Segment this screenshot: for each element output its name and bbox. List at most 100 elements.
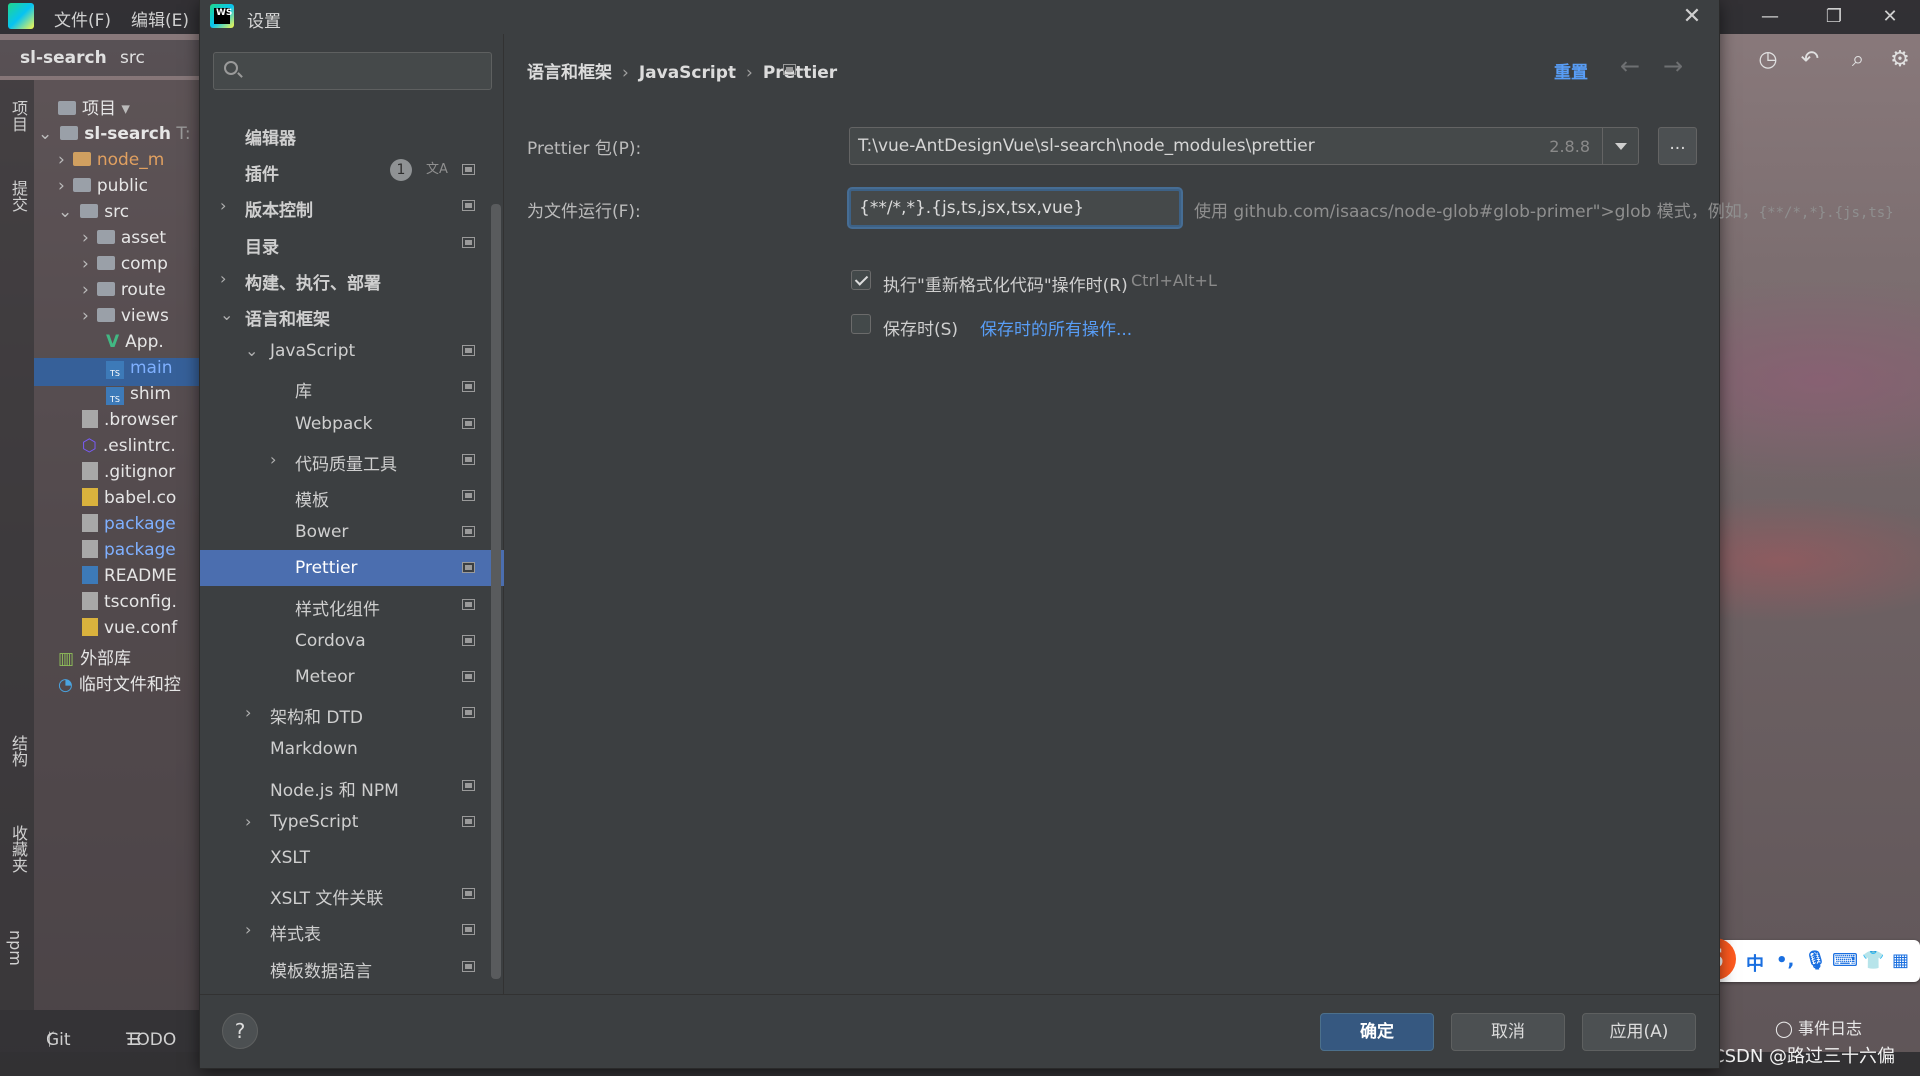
close-icon[interactable]: ✕ — [1677, 2, 1707, 32]
gear-icon[interactable]: ⚙ — [1886, 46, 1914, 74]
tree-item[interactable]: ⌄ src — [58, 202, 129, 230]
ide-crumb-project[interactable]: sl-search — [20, 48, 107, 68]
microphone-icon[interactable]: 🎙 — [1804, 950, 1827, 971]
tree-item[interactable]: package — [82, 514, 176, 542]
nav-item[interactable]: 目录 — [200, 225, 504, 261]
event-log[interactable]: ◯ 事件日志 — [1775, 1015, 1862, 1039]
nav-item[interactable]: Webpack — [200, 406, 504, 442]
chevron-right-icon[interactable]: › — [245, 703, 257, 723]
nav-item[interactable]: 模板 — [200, 478, 504, 514]
undo-icon[interactable]: ↶ — [1796, 46, 1824, 74]
tree-item[interactable]: ▥ 外部库 — [58, 644, 131, 672]
nav-item[interactable]: 库 — [200, 369, 504, 405]
browse-button[interactable]: ... — [1658, 127, 1697, 165]
tree-item[interactable]: ⌄ sl-search T: — [38, 124, 191, 152]
reset-link[interactable]: 重置 — [1554, 58, 1588, 83]
nav-item[interactable]: › 版本控制 — [200, 188, 504, 224]
tree-item[interactable]: tsconfig. — [82, 592, 177, 620]
nav-item[interactable]: XSLT — [200, 840, 504, 876]
chevron-down-icon[interactable] — [1602, 128, 1638, 164]
tree-item[interactable]: README — [82, 566, 177, 594]
chat-icon: ◯ — [1775, 1019, 1798, 1038]
prettier-package-combo[interactable]: T:\vue-AntDesignVue\sl-search\node_modul… — [849, 127, 1639, 165]
on-reformat-label[interactable]: 执行"重新格式化代码"操作时(R) — [883, 271, 1128, 296]
tree-item[interactable]: ⬡ .eslintrc. — [82, 436, 176, 464]
minimize-button[interactable]: — — [1748, 3, 1792, 31]
tree-item[interactable]: .gitignor — [82, 462, 175, 490]
nav-item[interactable]: › 架构和 DTD — [200, 695, 504, 731]
nav-item[interactable]: Node.js 和 NPM — [200, 768, 504, 804]
tool-tab-favorites[interactable]: 收藏夹 — [6, 825, 30, 873]
nav-item[interactable]: Meteor — [200, 659, 504, 695]
forward-arrow-icon[interactable]: → — [1658, 52, 1688, 82]
tree-item[interactable]: ◔ 临时文件和控 — [58, 670, 181, 698]
on-save-label[interactable]: 保存时(S) — [883, 315, 958, 340]
nav-item[interactable]: 模板数据语言 — [200, 949, 504, 985]
restore-button[interactable]: ❐ — [1812, 3, 1856, 31]
tree-item[interactable]: › route — [82, 280, 166, 308]
keyboard-icon[interactable]: ⌨ — [1832, 950, 1858, 971]
tree-item[interactable]: › views — [82, 306, 169, 334]
tool-tab-npm[interactable]: npm — [6, 930, 25, 966]
help-button[interactable]: ? — [222, 1013, 258, 1049]
tree-item[interactable]: babel.co — [82, 488, 176, 516]
menu-edit[interactable]: 编辑(E) — [131, 6, 189, 31]
chevron-right-icon[interactable]: › — [245, 812, 257, 832]
ime-mode[interactable]: 中 — [1746, 950, 1764, 976]
nav-item[interactable]: Bower — [200, 514, 504, 550]
chevron-right-icon[interactable]: › — [270, 450, 282, 470]
history-icon[interactable]: ◷ — [1754, 46, 1782, 74]
settings-search[interactable] — [213, 52, 492, 90]
tree-item[interactable]: › asset — [82, 228, 166, 256]
punctuation-icon[interactable]: •, — [1776, 950, 1794, 971]
chevron-right-icon[interactable]: › — [220, 269, 232, 289]
nav-item[interactable]: › TypeScript — [200, 804, 504, 840]
ok-button[interactable]: 确定 — [1320, 1013, 1434, 1051]
chevron-down-icon[interactable]: ⌄ — [245, 341, 258, 361]
chevron-down-icon[interactable]: ⌄ — [220, 305, 233, 325]
nav-item[interactable]: XSLT 文件关联 — [200, 876, 504, 912]
tree-item[interactable]: V App. — [106, 332, 164, 360]
cancel-button[interactable]: 取消 — [1451, 1013, 1565, 1051]
nav-item[interactable]: 编辑器 — [200, 116, 504, 152]
tree-item[interactable]: › node_m — [58, 150, 164, 178]
on-save-checkbox[interactable] — [851, 314, 871, 334]
back-arrow-icon[interactable]: ← — [1615, 52, 1645, 82]
apply-button[interactable]: 应用(A) — [1582, 1013, 1696, 1051]
folder-icon — [72, 152, 91, 166]
nav-item[interactable]: ⌄ 语言和框架 — [200, 297, 504, 333]
nav-item[interactable]: › 样式表 — [200, 912, 504, 948]
tree-item[interactable]: › public — [58, 176, 148, 204]
ide-crumb-src[interactable]: src — [120, 48, 145, 68]
menu-file[interactable]: 文件(F) — [54, 6, 111, 31]
tree-item[interactable]: › comp — [82, 254, 168, 282]
search-icon[interactable]: ⌕ — [1844, 46, 1872, 74]
window-close-button[interactable]: ✕ — [1868, 3, 1912, 31]
chevron-right-icon[interactable]: › — [220, 196, 232, 216]
nav-item[interactable]: 样式化组件 — [200, 587, 504, 623]
shirt-icon[interactable]: 👕 — [1862, 950, 1884, 971]
nav-item[interactable]: › 代码质量工具 — [200, 442, 504, 478]
nav-item[interactable]: ⌄ JavaScript — [200, 333, 504, 369]
project-tab-header[interactable]: 项目 ▾ — [58, 94, 130, 122]
tree-item[interactable]: TS shim — [106, 384, 171, 412]
run-for-files-input[interactable]: {**/*,*}.{js,ts,jsx,tsx,vue} — [849, 189, 1181, 227]
all-save-actions-link[interactable]: 保存时的所有操作... — [980, 315, 1132, 340]
tree-item-selected[interactable]: TS main — [34, 358, 200, 386]
nav-item[interactable]: 插件 1 文A — [200, 152, 504, 188]
tool-tab-commit[interactable]: 提交 — [6, 180, 30, 212]
tool-tab-project[interactable]: 项目 — [6, 100, 30, 132]
nav-scrollbar[interactable] — [491, 204, 501, 979]
tree-item[interactable]: package — [82, 540, 176, 568]
tree-item[interactable]: vue.conf — [82, 618, 177, 646]
nav-item[interactable]: Cordova — [200, 623, 504, 659]
chevron-right-icon[interactable]: › — [245, 920, 257, 940]
tool-tab-structure[interactable]: 结构 — [6, 735, 30, 767]
on-reformat-checkbox[interactable] — [851, 270, 871, 290]
nav-item[interactable]: › 构建、执行、部署 — [200, 261, 504, 297]
nav-item[interactable]: Markdown — [200, 731, 504, 767]
nav-item-selected[interactable]: Prettier — [200, 550, 504, 587]
tree-item[interactable]: .browser — [82, 410, 177, 438]
grid-icon[interactable]: ▦ — [1892, 950, 1909, 971]
search-input[interactable] — [250, 59, 480, 83]
